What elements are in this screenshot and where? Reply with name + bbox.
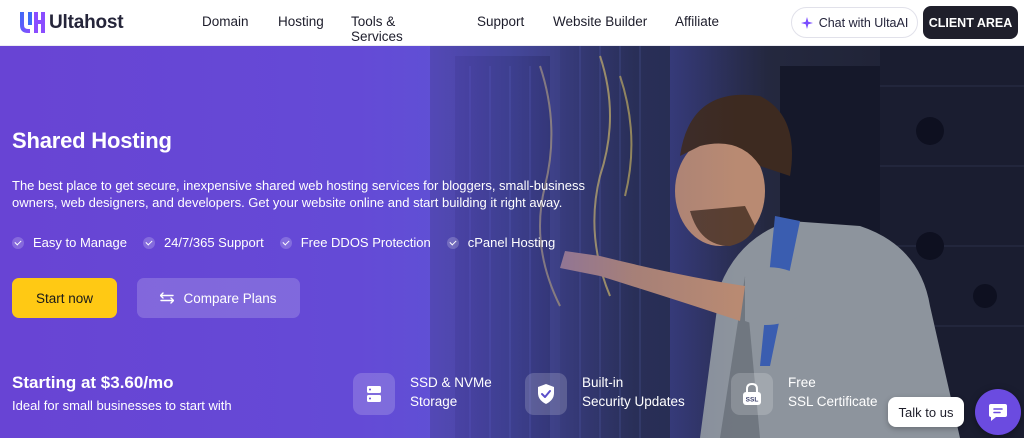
badge-security-updates: Built-in Security Updates [525, 373, 685, 415]
compare-plans-label: Compare Plans [183, 290, 277, 306]
badge-ssl-certificate: SSL Free SSL Certificate [731, 373, 878, 415]
check-icon [12, 236, 24, 249]
storage-icon [367, 386, 381, 402]
nav-item-website-builder[interactable]: Website Builder [553, 14, 647, 29]
nav-item-support[interactable]: Support [477, 14, 524, 29]
feature-item: Free DDOS Protection [279, 235, 431, 250]
badge-subtitle: Storage [410, 394, 458, 409]
nav-item-hosting[interactable]: Hosting [278, 14, 324, 29]
svg-text:SSL: SSL [746, 397, 759, 404]
feature-item: cPanel Hosting [446, 235, 555, 250]
client-area-button[interactable]: CLIENT AREA [923, 6, 1018, 39]
nav-item-domain[interactable]: Domain [202, 14, 249, 29]
check-icon [142, 236, 155, 249]
chat-bubble-icon [989, 404, 1007, 421]
badge-title: Built-in [582, 375, 624, 390]
badge-title: Free [788, 375, 816, 390]
top-navbar: Ultahost Domain Hosting Tools & Services… [0, 0, 1024, 46]
hero-section: Shared Hosting The best place to get sec… [0, 46, 1024, 438]
hero-description: The best place to get secure, inexpensiv… [12, 178, 586, 210]
badge-ssd-storage: SSD & NVMe Storage [353, 373, 492, 415]
swap-arrows-icon [160, 292, 175, 304]
brand-name: Ultahost [49, 11, 124, 33]
sparkle-icon [800, 16, 813, 29]
price-headline: Starting at $3.60/mo [12, 373, 174, 392]
shield-check-icon [538, 384, 554, 404]
feature-list: Easy to Manage 24/7/365 Support Free DDO… [12, 235, 571, 250]
nav-item-tools-services[interactable]: Tools & Services [351, 14, 403, 44]
chat-with-ai-button[interactable]: Chat with UltaAI [791, 7, 918, 38]
brand-logo[interactable]: Ultahost [17, 9, 124, 36]
live-chat-button[interactable] [975, 389, 1021, 435]
compare-plans-button[interactable]: Compare Plans [137, 278, 300, 318]
badge-subtitle: SSL Certificate [788, 394, 878, 409]
check-icon [446, 236, 459, 249]
check-icon [279, 236, 292, 249]
price-subtext: Ideal for small businesses to start with [12, 398, 232, 413]
start-now-button[interactable]: Start now [12, 278, 117, 318]
feature-item: Easy to Manage [12, 235, 127, 250]
badge-subtitle: Security Updates [582, 394, 685, 409]
badge-title: SSD & NVMe [410, 375, 492, 390]
ultahost-logo-icon [20, 12, 45, 33]
ssl-lock-icon: SSL [743, 382, 761, 405]
chat-with-ai-label: Chat with UltaAI [818, 15, 909, 30]
page-title: Shared Hosting [12, 128, 172, 153]
feature-item: 24/7/365 Support [142, 235, 264, 250]
nav-item-affiliate[interactable]: Affiliate [675, 14, 719, 29]
talk-to-us-bubble[interactable]: Talk to us [888, 397, 964, 427]
